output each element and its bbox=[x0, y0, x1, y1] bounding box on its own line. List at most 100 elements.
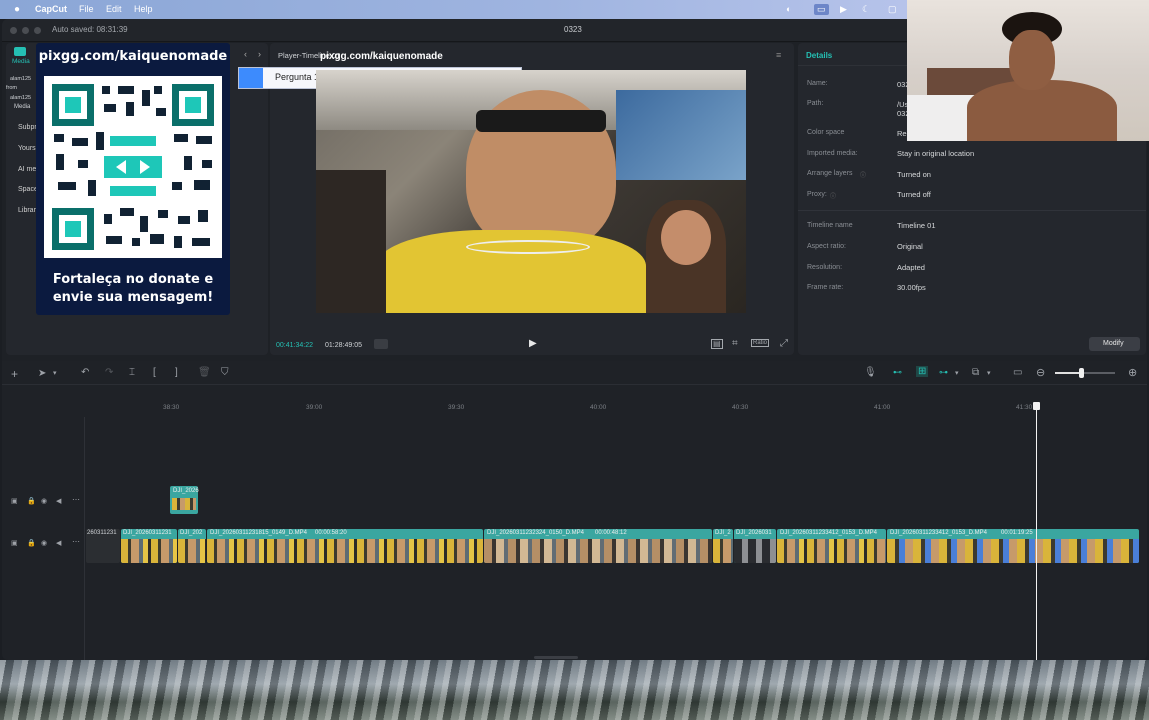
status-icon-play[interactable]: ▶ bbox=[840, 4, 847, 15]
clip-name: DJI_20260311231 bbox=[123, 530, 172, 536]
info-icon[interactable]: ⓘ bbox=[830, 191, 836, 200]
detail-label-timeline-name: Timeline name bbox=[807, 222, 853, 229]
detail-label-imported-media: Imported media: bbox=[807, 150, 858, 157]
snapshot-icon[interactable]: ⌗ bbox=[732, 338, 738, 349]
side-item-yours[interactable]: Yours bbox=[18, 145, 36, 152]
caption-line-2: envie sua mensagem! bbox=[52, 290, 214, 305]
detail-value-arrange-layers: Turned on bbox=[897, 170, 931, 179]
clip-duration: 00:00:48:12 bbox=[595, 530, 627, 536]
track-cover-icon[interactable]: ▣ bbox=[11, 539, 18, 547]
playhead[interactable] bbox=[1036, 403, 1037, 660]
zoom-slider-handle[interactable] bbox=[1079, 368, 1084, 378]
side-item-ai-media[interactable]: AI me bbox=[18, 166, 36, 173]
timecode-format-icon[interactable] bbox=[374, 339, 388, 349]
horizontal-scrollbar[interactable] bbox=[534, 656, 578, 659]
timeline-clip[interactable]: DJI_20260311231815_0149_D.MP4 00:00:58:2… bbox=[207, 529, 483, 563]
clip-name: DJI_2026031 bbox=[736, 530, 772, 536]
stream-url-overlay: pixgg.com/kaiquenomade bbox=[320, 51, 443, 62]
lock-icon[interactable]: 🔒 bbox=[27, 539, 36, 547]
side-item-subpr[interactable]: Subpr bbox=[18, 124, 37, 131]
details-title: Details bbox=[806, 51, 833, 60]
eye-icon[interactable]: ◉ bbox=[41, 539, 47, 547]
ruler-tick: 38:30 bbox=[163, 404, 180, 411]
clip-duration: 00:00:58:20 bbox=[315, 530, 347, 536]
autosave-status: Auto saved: 08:31:39 bbox=[52, 25, 128, 34]
preview-axis-icon[interactable]: ⧉ bbox=[972, 367, 979, 378]
detail-label-arrange-layers: Arrange layers bbox=[807, 170, 853, 177]
undo-icon[interactable]: ↶ bbox=[81, 367, 89, 378]
apple-icon[interactable]: ● bbox=[14, 4, 20, 15]
delete-icon[interactable]: 🗑 bbox=[198, 367, 211, 378]
status-icon-1[interactable]: ◐ bbox=[786, 4, 791, 14]
overlay-clip-name: DJI_2026 bbox=[173, 488, 199, 494]
donation-caption: Fortaleça no donate e envie sua mensagem… bbox=[40, 271, 226, 307]
timeline-clip[interactable]: DJI_20260311231 bbox=[121, 529, 177, 563]
clip-name: DJI_2 bbox=[715, 530, 731, 536]
chevron-down-icon[interactable]: ▾ bbox=[987, 369, 991, 377]
desktop-wallpaper bbox=[0, 660, 1149, 720]
status-icon-moon[interactable]: ☾ bbox=[862, 4, 870, 15]
chat-text-1: from bbox=[6, 85, 17, 91]
magnet-snap-icon[interactable]: ⊞ bbox=[916, 366, 929, 377]
clip-name: DJI_20260311233412_0153_D.MP4 bbox=[890, 530, 987, 536]
zoom-in-icon[interactable]: ⊕ bbox=[1128, 366, 1137, 379]
trim-right-icon[interactable]: ] bbox=[175, 367, 178, 378]
lock-icon[interactable]: 🔒 bbox=[27, 497, 36, 505]
zoom-out-icon[interactable]: ⊖ bbox=[1036, 366, 1045, 379]
play-icon[interactable]: ▶ bbox=[529, 338, 537, 349]
menu-help[interactable]: Help bbox=[134, 4, 153, 14]
menu-edit[interactable]: Edit bbox=[106, 4, 122, 14]
link-clips-icon[interactable]: ⊶ bbox=[939, 367, 948, 378]
overlay-clip[interactable]: DJI_2026 bbox=[170, 486, 199, 514]
redo-icon[interactable]: ↷ bbox=[105, 367, 113, 378]
track-cover-icon[interactable]: ▣ bbox=[11, 497, 18, 505]
media-tab-icon[interactable] bbox=[14, 47, 26, 56]
fullscreen-icon[interactable]: ⤢ bbox=[780, 338, 788, 349]
tabs-back-icon[interactable]: ‹ bbox=[244, 49, 247, 59]
ruler-tick: 41:00 bbox=[874, 404, 891, 411]
timeline-clip[interactable]: 260311231 bbox=[86, 529, 120, 563]
detail-label-resolution: Resolution: bbox=[807, 264, 843, 271]
timeline-clip[interactable]: DJI_2 bbox=[713, 529, 733, 563]
captions-icon[interactable]: ▭ bbox=[1013, 367, 1022, 378]
mute-icon[interactable]: ◀ bbox=[56, 539, 61, 547]
player-menu-icon[interactable]: ≡ bbox=[776, 50, 781, 60]
chat-name-2: alam125 bbox=[10, 95, 32, 101]
side-item-space[interactable]: Space bbox=[18, 186, 38, 193]
more-icon[interactable]: ⋯ bbox=[72, 495, 80, 504]
more-icon[interactable]: ⋯ bbox=[72, 537, 80, 546]
add-track-icon[interactable]: + bbox=[11, 367, 18, 381]
eye-icon[interactable]: ◉ bbox=[41, 497, 47, 505]
detail-value-aspect-ratio: Original bbox=[897, 242, 923, 251]
marker-icon[interactable]: ⛉ bbox=[221, 367, 229, 378]
timeline-clip[interactable]: DJI_20260311232324_0150_D.MP4 00:00:48:1… bbox=[484, 529, 712, 563]
ratio-button[interactable]: Ratio bbox=[751, 339, 770, 347]
donation-url: pixgg.com/kaiquenomade bbox=[38, 49, 228, 64]
timeline-clip[interactable]: DJI_20260311233412_0153_D.MP4 bbox=[777, 529, 886, 563]
info-icon[interactable]: ⓘ bbox=[860, 170, 866, 179]
tabs-forward-icon[interactable]: › bbox=[258, 49, 261, 59]
minimize-button[interactable] bbox=[22, 27, 29, 34]
mute-icon[interactable]: ◀ bbox=[56, 497, 61, 505]
status-icon-window[interactable]: ▢ bbox=[888, 4, 897, 15]
trim-left-icon[interactable]: [ bbox=[153, 367, 156, 378]
microphone-icon[interactable]: 🎙 bbox=[864, 367, 877, 378]
select-tool-icon[interactable]: ➤ bbox=[38, 368, 46, 379]
chevron-down-icon[interactable]: ▾ bbox=[53, 369, 57, 377]
fit-view-icon[interactable]: ▤ bbox=[711, 339, 723, 349]
timeline-clip[interactable]: DJI_202 bbox=[178, 529, 206, 563]
chevron-down-icon[interactable]: ▾ bbox=[955, 369, 959, 377]
menu-app-name[interactable]: CapCut bbox=[35, 4, 67, 14]
timeline-clip[interactable]: DJI_2026031 bbox=[734, 529, 776, 563]
video-preview[interactable] bbox=[316, 70, 746, 313]
playhead-handle[interactable] bbox=[1033, 402, 1040, 410]
close-button[interactable] bbox=[10, 27, 17, 34]
link-main-track-icon[interactable]: ⊷ bbox=[893, 367, 902, 378]
timeline-clip[interactable]: DJI_20260311233412_0153_D.MP4 00:01:19:2… bbox=[887, 529, 1139, 563]
split-icon[interactable]: ⌶ bbox=[129, 367, 135, 378]
tab-media[interactable]: Media bbox=[12, 58, 30, 65]
modify-button[interactable]: Modify bbox=[1089, 337, 1140, 351]
menu-file[interactable]: File bbox=[79, 4, 94, 14]
status-icon-screen[interactable]: ▭ bbox=[814, 4, 829, 15]
zoom-button[interactable] bbox=[34, 27, 41, 34]
